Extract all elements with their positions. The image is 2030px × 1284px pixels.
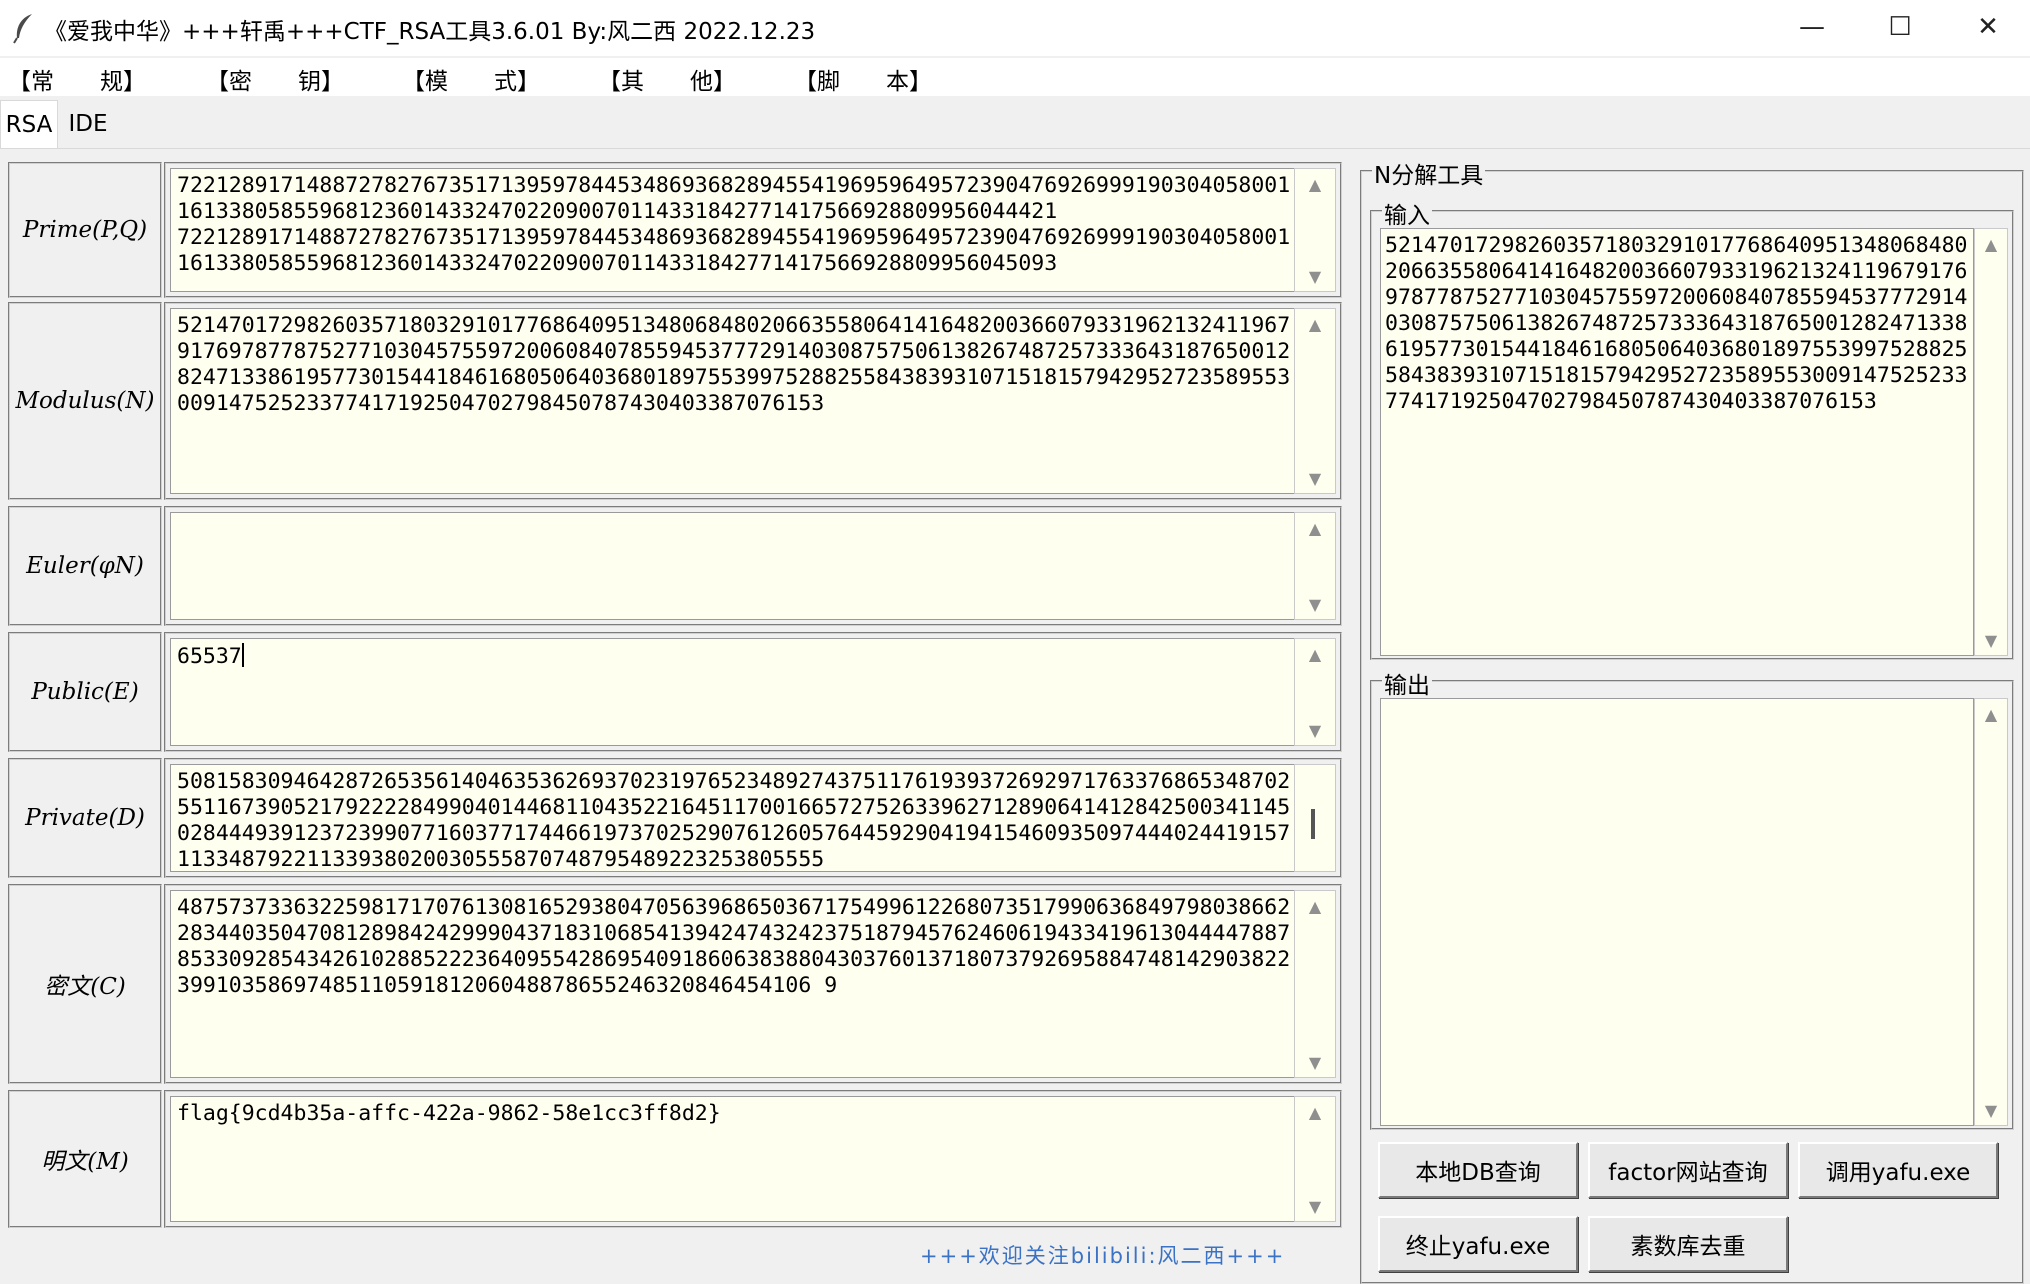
close-button[interactable]: ✕ <box>1944 0 2030 54</box>
private-scrollbar[interactable] <box>1294 764 1336 872</box>
cipher-field-wrap: 4875737336322598171707613081652938047056… <box>164 884 1342 1084</box>
factor-input-textarea[interactable]: 5214701729826035718032910177686409513480… <box>1380 228 1974 656</box>
modulus-label: Modulus(N) <box>8 302 162 500</box>
scroll-up-icon[interactable]: ▲ <box>1295 891 1335 921</box>
cipher-textarea[interactable]: 4875737336322598171707613081652938047056… <box>170 890 1296 1078</box>
factor-site-query-button[interactable]: factor网站查询 <box>1588 1142 1788 1198</box>
title-bar: 《爱我中华》+++轩禹+++CTF_RSA工具3.6.01 By:风二西 202… <box>0 0 2030 56</box>
scroll-up-icon[interactable]: ▲ <box>1975 699 2007 729</box>
prime-scrollbar[interactable]: ▲ ▼ <box>1294 168 1336 292</box>
cipher-label: 密文(C) <box>8 884 162 1084</box>
scroll-down-icon[interactable]: ▼ <box>1295 715 1335 745</box>
modulus-field-wrap: 5214701729826035718032910177686409513480… <box>164 302 1342 500</box>
prime-field-wrap: 7221289171488727827673517139597844534869… <box>164 162 1342 298</box>
private-textarea[interactable]: 5081583094642872653561404635362693702319… <box>170 764 1296 872</box>
scroll-up-icon[interactable]: ▲ <box>1295 639 1335 669</box>
public-textarea[interactable]: 65537 <box>170 638 1296 746</box>
output-label: 输出 <box>1382 666 1432 700</box>
public-label: Public(E) <box>8 632 162 752</box>
euler-field-wrap: ▲ ▼ <box>164 506 1342 626</box>
window-title: 《爱我中华》+++轩禹+++CTF_RSA工具3.6.01 By:风二西 202… <box>44 19 816 45</box>
minimize-button[interactable]: — <box>1768 0 1856 54</box>
factor-input-scrollbar[interactable]: ▲ ▼ <box>1974 228 2008 656</box>
scroll-down-icon[interactable]: ▼ <box>1295 1047 1335 1077</box>
menu-bar: 【常 规】 【密 钥】 【模 式】 【其 他】 【脚 本】 <box>0 58 2030 96</box>
factor-output-textarea[interactable] <box>1380 698 1974 1126</box>
public-field-wrap: 65537 ▲ ▼ <box>164 632 1342 752</box>
scroll-thumb[interactable] <box>1311 809 1315 839</box>
menu-general[interactable]: 【常 规】 <box>8 62 146 96</box>
scroll-down-icon[interactable]: ▼ <box>1295 589 1335 619</box>
private-field-wrap: 5081583094642872653561404635362693702319… <box>164 758 1342 878</box>
private-label: Private(D) <box>8 758 162 878</box>
prime-textarea[interactable]: 7221289171488727827673517139597844534869… <box>170 168 1296 292</box>
stop-yafu-button[interactable]: 终止yafu.exe <box>1378 1216 1578 1272</box>
tab-ide[interactable]: IDE <box>62 100 114 148</box>
plain-textarea[interactable]: flag{9cd4b35a-affc-422a-9862-58e1cc3ff8d… <box>170 1096 1296 1222</box>
maximize-button[interactable]: ☐ <box>1856 0 1944 54</box>
scroll-up-icon[interactable]: ▲ <box>1295 1097 1335 1127</box>
scroll-up-icon[interactable]: ▲ <box>1295 309 1335 339</box>
euler-scrollbar[interactable]: ▲ ▼ <box>1294 512 1336 620</box>
scroll-down-icon[interactable]: ▼ <box>1295 1191 1335 1221</box>
text-cursor <box>241 643 244 667</box>
feather-icon <box>13 14 32 44</box>
factor-output-scrollbar[interactable]: ▲ ▼ <box>1974 698 2008 1126</box>
menu-other[interactable]: 【其 他】 <box>598 62 736 96</box>
modulus-scrollbar[interactable]: ▲ ▼ <box>1294 308 1336 494</box>
scroll-down-icon[interactable]: ▼ <box>1295 463 1335 493</box>
menu-script[interactable]: 【脚 本】 <box>794 62 932 96</box>
public-value: 65537 <box>177 644 242 669</box>
footer-credit: +++欢迎关注bilibili:风二西+++ <box>920 1244 1286 1268</box>
input-label: 输入 <box>1382 196 1432 230</box>
factor-tool-title: N分解工具 <box>1372 156 1486 190</box>
plain-scrollbar[interactable]: ▲ ▼ <box>1294 1096 1336 1222</box>
scroll-up-icon[interactable]: ▲ <box>1295 513 1335 543</box>
menu-key[interactable]: 【密 钥】 <box>206 62 344 96</box>
euler-textarea[interactable] <box>170 512 1296 620</box>
call-yafu-button[interactable]: 调用yafu.exe <box>1798 1142 1998 1198</box>
scroll-down-icon[interactable]: ▼ <box>1975 1095 2007 1125</box>
scroll-up-icon[interactable]: ▲ <box>1975 229 2007 259</box>
prime-db-dedupe-button[interactable]: 素数库去重 <box>1588 1216 1788 1272</box>
local-db-query-button[interactable]: 本地DB查询 <box>1378 1142 1578 1198</box>
tab-rsa[interactable]: RSA <box>0 100 58 148</box>
scroll-down-icon[interactable]: ▼ <box>1975 625 2007 655</box>
cipher-scrollbar[interactable]: ▲ ▼ <box>1294 890 1336 1078</box>
euler-label: Euler(φN) <box>8 506 162 626</box>
scroll-up-icon[interactable]: ▲ <box>1295 169 1335 199</box>
prime-label: Prime(P,Q) <box>8 162 162 298</box>
modulus-textarea[interactable]: 5214701729826035718032910177686409513480… <box>170 308 1296 494</box>
scroll-down-icon[interactable]: ▼ <box>1295 261 1335 291</box>
public-scrollbar[interactable]: ▲ ▼ <box>1294 638 1336 746</box>
menu-mode[interactable]: 【模 式】 <box>402 62 540 96</box>
plain-field-wrap: flag{9cd4b35a-affc-422a-9862-58e1cc3ff8d… <box>164 1090 1342 1228</box>
plain-label: 明文(M) <box>8 1090 162 1228</box>
